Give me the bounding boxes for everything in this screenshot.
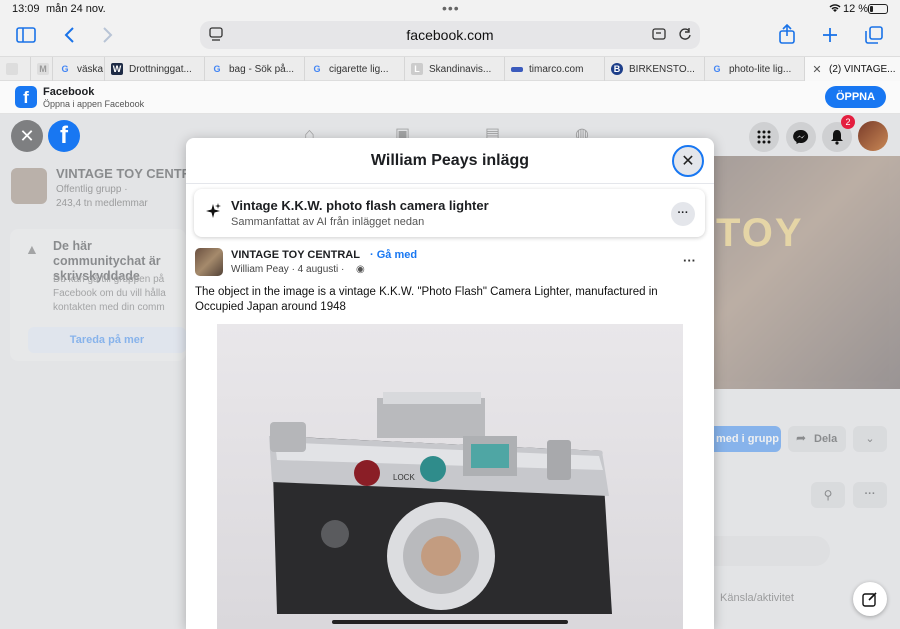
search-icon[interactable]: ⚲ (811, 482, 845, 508)
more-options-icon[interactable]: ··· (853, 482, 887, 508)
close-page-icon[interactable]: ✕ (11, 120, 43, 152)
google-icon: G (313, 64, 321, 74)
ai-summary-subtitle: Sammanfattat av AI från inlägget nedan (231, 216, 425, 228)
tab-skandinavisk[interactable]: L Skandinavis... (404, 57, 504, 81)
facebook-logo-icon[interactable]: f (48, 120, 80, 152)
battery-icon (868, 4, 888, 14)
tab-label: Drottninggat... (129, 63, 192, 75)
home-indicator[interactable] (332, 620, 568, 624)
gmail-icon: M (37, 63, 49, 75)
sidebar-icon[interactable] (14, 23, 38, 47)
tab-cigarette-lighter[interactable]: G cigarette lig... (304, 57, 404, 81)
battery-percentage: 12 % (843, 3, 869, 15)
tab-label: väska - (77, 63, 104, 75)
compose-icon[interactable] (853, 582, 887, 616)
reload-icon[interactable] (678, 27, 692, 46)
tab-label: bag - Sök på... (229, 63, 295, 75)
app-banner: f Facebook Öppna i appen Facebook ÖPPNA (0, 81, 900, 114)
group-privacy: Offentlig grupp · (56, 184, 128, 195)
post-more-icon[interactable]: ··· (683, 253, 696, 268)
site-icon: W (111, 63, 123, 75)
group-name[interactable]: VINTAGE TOY CENTRA (56, 166, 200, 181)
forward-icon[interactable] (96, 23, 120, 47)
browser-toolbar: facebook.com (0, 18, 900, 56)
google-icon: G (213, 64, 221, 74)
post-dialog: William Peays inlägg ✕ Vintage K.K.W. ph… (186, 138, 714, 629)
tab-label: photo-lite lig... (729, 63, 792, 75)
tab-gmail[interactable]: M (30, 57, 52, 81)
share-icon[interactable] (775, 22, 799, 46)
group-members: 243,4 tn medlemmar (56, 198, 148, 209)
post-photo[interactable]: LOCK (217, 324, 683, 629)
google-icon: G (61, 64, 69, 74)
address-bar[interactable]: facebook.com (200, 21, 700, 49)
group-avatar[interactable] (195, 248, 223, 276)
facebook-app-icon: f (15, 86, 37, 108)
back-icon[interactable] (57, 23, 81, 47)
post-author-meta[interactable]: William Peay · 4 augusti · (231, 264, 344, 275)
site-icon (511, 66, 523, 72)
l-icon: L (411, 63, 423, 75)
group-cover-photo: TOY (714, 156, 900, 389)
google-icon: G (713, 64, 721, 74)
camera-lighter-image: LOCK (269, 392, 612, 614)
site-icon: B (611, 63, 623, 75)
join-group-button[interactable]: med i grupp (714, 426, 781, 452)
tab-label: (2) VINTAGE... (829, 63, 896, 75)
banner-subtitle: Öppna i appen Facebook (43, 99, 145, 109)
tab-overview-icon[interactable] (862, 23, 886, 47)
tab-bag-search[interactable]: G bag - Sök på... (204, 57, 304, 81)
ai-summary-title: Vintage K.K.W. photo flash camera lighte… (231, 198, 489, 213)
close-icon[interactable]: ✕ (811, 63, 823, 76)
group-thumbnail (11, 168, 47, 204)
url-text: facebook.com (406, 27, 494, 43)
tab-label: timarco.com (529, 63, 584, 75)
extension-icon[interactable] (652, 27, 668, 46)
readonly-notice-card: ▲ De här communitychat är skrivskyddade … (10, 229, 186, 361)
join-group-link[interactable]: · Gå med (370, 249, 417, 261)
share-label: Dela (814, 433, 838, 445)
date: mån 24 nov. (46, 3, 106, 15)
tab-timarco[interactable]: timarco.com (504, 57, 604, 81)
tab-vintage-active[interactable]: ✕ (2) VINTAGE... (804, 57, 900, 81)
composer-input[interactable] (714, 536, 830, 566)
post-text: The object in the image is a vintage K.K… (195, 286, 658, 313)
dialog-title: William Peays inlägg (370, 152, 530, 169)
profile-avatar[interactable] (858, 121, 888, 151)
dialog-header: William Peays inlägg ✕ (186, 138, 714, 184)
tab-label: BIRKENSTO... (629, 63, 695, 75)
learn-more-button[interactable]: Tareda på mer (28, 327, 186, 353)
post-group-name[interactable]: VINTAGE TOY CENTRAL (231, 249, 360, 261)
multitasking-dots-icon[interactable]: ••• (442, 0, 460, 16)
dialog-close-icon[interactable]: ✕ (672, 145, 704, 177)
banner-title: Facebook (43, 86, 95, 98)
cover-logo-text: TOY (716, 211, 804, 255)
feeling-activity-button[interactable]: Känsla/aktivitet (720, 592, 794, 604)
ai-sparkle-icon (204, 202, 222, 225)
tab-google-vaska[interactable]: G väska - (52, 57, 104, 81)
notice-text: Du kan gå till gruppen på Facebook om du… (53, 274, 166, 313)
chevron-down-icon[interactable]: ⌄ (853, 426, 887, 452)
share-arrow-icon: ➦ (796, 431, 807, 445)
tab-label: Skandinavis... (429, 63, 492, 75)
globe-icon: ◉ (356, 264, 365, 275)
wifi-icon (829, 3, 841, 16)
open-in-app-button[interactable]: ÖPPNA (825, 86, 886, 108)
ai-summary-card[interactable]: Vintage K.K.W. photo flash camera lighte… (194, 189, 705, 237)
new-tab-icon[interactable] (818, 23, 842, 47)
tab-item[interactable] (0, 57, 30, 81)
status-bar: 13:09 mån 24 nov. ••• 12 % (0, 0, 900, 18)
camera-lock-label: LOCK (393, 473, 415, 482)
notification-count-badge: 2 (841, 115, 855, 129)
clock: 13:09 (12, 3, 40, 15)
ai-card-more-icon[interactable]: ··· (671, 202, 695, 226)
tab-bar: M G väska - W Drottninggat... G bag - Sö… (0, 56, 900, 81)
tab-photo-lite[interactable]: G photo-lite lig... (704, 57, 804, 81)
menu-grid-icon[interactable] (749, 122, 779, 152)
messenger-icon[interactable] (786, 122, 816, 152)
tab-birkenstock[interactable]: B BIRKENSTO... (604, 57, 704, 81)
tab-label: cigarette lig... (329, 63, 389, 75)
warning-icon: ▲ (25, 241, 39, 257)
tab-drottninggatan[interactable]: W Drottninggat... (104, 57, 204, 81)
